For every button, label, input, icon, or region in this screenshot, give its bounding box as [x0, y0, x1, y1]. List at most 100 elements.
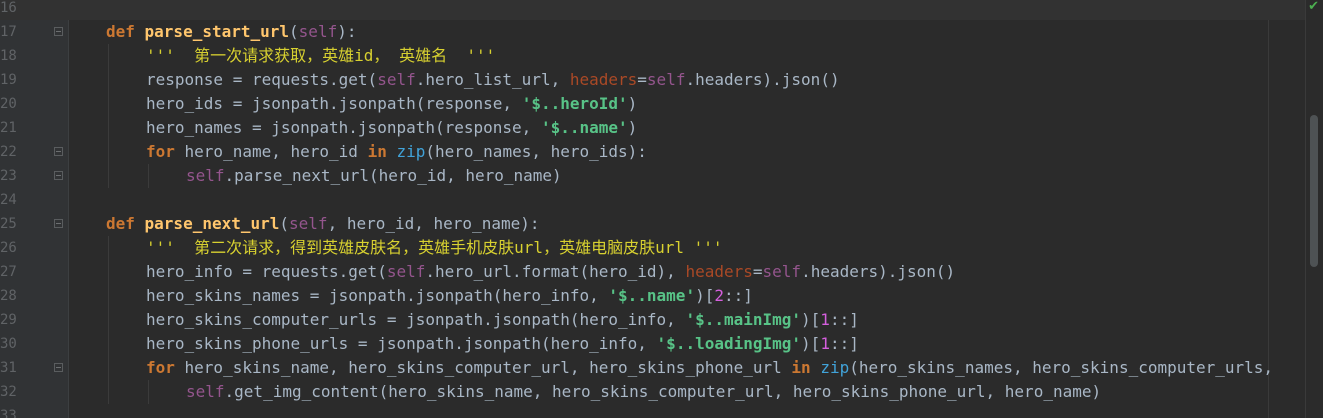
code-line[interactable]: 19 response = requests.get(self.hero_list… [0, 68, 1306, 92]
code-line[interactable]: 24 [0, 188, 1306, 212]
code-text: hero_skins_names = jsonpath.jsonpath(her… [146, 284, 753, 308]
line-number[interactable]: 32 [0, 380, 30, 404]
code-line[interactable]: 32 self.get_img_content(hero_skins_name, … [0, 380, 1306, 404]
indent-guide [108, 356, 109, 380]
code-token: '$..name' [608, 286, 696, 305]
code-text: hero_info = requests.get(self.hero_url.f… [146, 260, 955, 284]
code-token: .parse_next_url(hero_id, hero_name) [224, 166, 562, 185]
code-line[interactable]: 22 for hero_name, hero_id in zip(hero_nam… [0, 140, 1306, 164]
code-text: self.get_img_content(hero_skins_name, he… [186, 380, 1101, 404]
vertical-scrollbar[interactable] [1305, 0, 1323, 418]
code-line[interactable]: 21 hero_names = jsonpath.jsonpath(respons… [0, 116, 1306, 140]
code-token: ''' 第一次请求获取，英雄id， 英雄名 ''' [146, 46, 496, 65]
code-text: def parse_next_url(self, hero_id, hero_n… [106, 212, 539, 236]
line-number[interactable]: 21 [0, 116, 30, 140]
indent-guide [108, 68, 109, 92]
indent-guide [108, 92, 109, 116]
line-number[interactable]: 24 [0, 188, 30, 212]
code-line[interactable]: 20 hero_ids = jsonpath.jsonpath(response,… [0, 92, 1306, 116]
code-text: hero_names = jsonpath.jsonpath(response,… [146, 116, 637, 140]
fold-toggle-icon[interactable] [54, 363, 63, 372]
code-token: hero_skins_name, hero_skins_computer_url… [184, 358, 792, 377]
code-token: self [762, 262, 802, 281]
code-token: self [646, 70, 686, 89]
code-token: ( [279, 214, 290, 233]
line-number[interactable]: 28 [0, 284, 30, 308]
line-number[interactable]: 31 [0, 356, 30, 380]
fold-toggle-icon[interactable] [54, 171, 63, 180]
code-token: self [298, 22, 338, 41]
line-number[interactable]: 20 [0, 92, 30, 116]
code-token: self [377, 70, 416, 89]
check-icon: ✔ [1308, 0, 1319, 14]
line-number[interactable]: 26 [0, 236, 30, 260]
code-token: '$..heroId' [521, 94, 628, 113]
indent-guide [108, 332, 109, 356]
code-token: response = requests.get( [146, 70, 378, 89]
code-token: def [106, 22, 145, 41]
code-line[interactable]: 27 hero_info = requests.get(self.hero_url… [0, 260, 1306, 284]
code-token: ::] [829, 310, 859, 329]
code-token: zip [820, 358, 850, 377]
code-line[interactable]: 33 [0, 404, 1306, 418]
code-line[interactable]: 25 def parse_next_url(self, hero_id, hero… [0, 212, 1306, 236]
indent-guide [108, 116, 109, 140]
indent-guide [108, 164, 109, 188]
line-number[interactable]: 30 [0, 332, 30, 356]
line-number[interactable]: 16 [0, 0, 30, 20]
code-text: for hero_skins_name, hero_skins_computer… [146, 356, 1273, 380]
code-token: )[ [801, 334, 821, 353]
code-token: .get_img_content(hero_skins_name, hero_s… [224, 382, 1102, 401]
code-text: def parse_start_url(self): [106, 20, 356, 44]
line-number[interactable]: 17 [0, 20, 30, 44]
code-line[interactable]: 23 self.parse_next_url(hero_id, hero_name… [0, 164, 1306, 188]
code-token: def [106, 214, 145, 233]
fold-toggle-icon[interactable] [54, 27, 63, 36]
code-token: '$..name' [540, 118, 628, 137]
fold-toggle-icon[interactable] [54, 219, 63, 228]
line-number[interactable]: 27 [0, 260, 30, 284]
code-token: = [637, 70, 647, 89]
code-token: for [146, 358, 185, 377]
code-editor[interactable]: 16 17 def parse_start_url(self): 18 ''' 第一次请… [0, 0, 1323, 418]
code-line[interactable]: 16 [0, 0, 1306, 20]
line-number[interactable]: 19 [0, 68, 30, 92]
code-token: ) [627, 118, 638, 137]
code-token: ::] [829, 334, 859, 353]
line-number[interactable]: 23 [0, 164, 30, 188]
line-number[interactable]: 25 [0, 212, 30, 236]
code-line[interactable]: 18 ''' 第一次请求获取，英雄id， 英雄名 ''' [0, 44, 1306, 68]
code-token: )[ [801, 310, 821, 329]
indent-guide [108, 140, 109, 164]
scrollbar-thumb[interactable] [1310, 115, 1318, 267]
code-token: hero_names = jsonpath.jsonpath(response, [146, 118, 541, 137]
code-token: self [186, 382, 225, 401]
code-text: ''' 第一次请求获取，英雄id， 英雄名 ''' [146, 44, 495, 68]
line-number[interactable]: 18 [0, 44, 30, 68]
line-number[interactable]: 33 [0, 404, 30, 418]
code-token: hero_skins_computer_urls = jsonpath.json… [146, 310, 686, 329]
code-line[interactable]: 31 for hero_skins_name, hero_skins_comput… [0, 356, 1306, 380]
code-token: in [791, 358, 821, 377]
code-token: (hero_skins_names, hero_skins_computer_u… [849, 358, 1274, 377]
line-number[interactable]: 29 [0, 308, 30, 332]
code-token: ) [627, 94, 638, 113]
code-line[interactable]: 30 hero_skins_phone_urls = jsonpath.jsonp… [0, 332, 1306, 356]
code-token: ::] [723, 286, 753, 305]
code-line[interactable]: 29 hero_skins_computer_urls = jsonpath.js… [0, 308, 1306, 332]
code-token: in [367, 142, 397, 161]
code-line[interactable]: 28 hero_skins_names = jsonpath.jsonpath(h… [0, 284, 1306, 308]
code-token: hero_skins_names = jsonpath.jsonpath(her… [146, 286, 609, 305]
line-number[interactable]: 22 [0, 140, 30, 164]
indent-guide [108, 44, 109, 68]
code-token: .headers).json() [685, 70, 840, 89]
code-token: (hero_names, hero_ids): [425, 142, 647, 161]
code-token: parse_start_url [144, 22, 290, 41]
code-token: 1 [820, 334, 830, 353]
code-line[interactable]: 26 ''' 第二次请求，得到英雄皮肤名，英雄手机皮肤url，英雄电脑皮肤url … [0, 236, 1306, 260]
fold-toggle-icon[interactable] [54, 147, 63, 156]
indent-guide [108, 380, 109, 404]
indent-guide [148, 380, 149, 404]
code-token: headers [569, 70, 638, 89]
code-line[interactable]: 17 def parse_start_url(self): [0, 20, 1306, 44]
